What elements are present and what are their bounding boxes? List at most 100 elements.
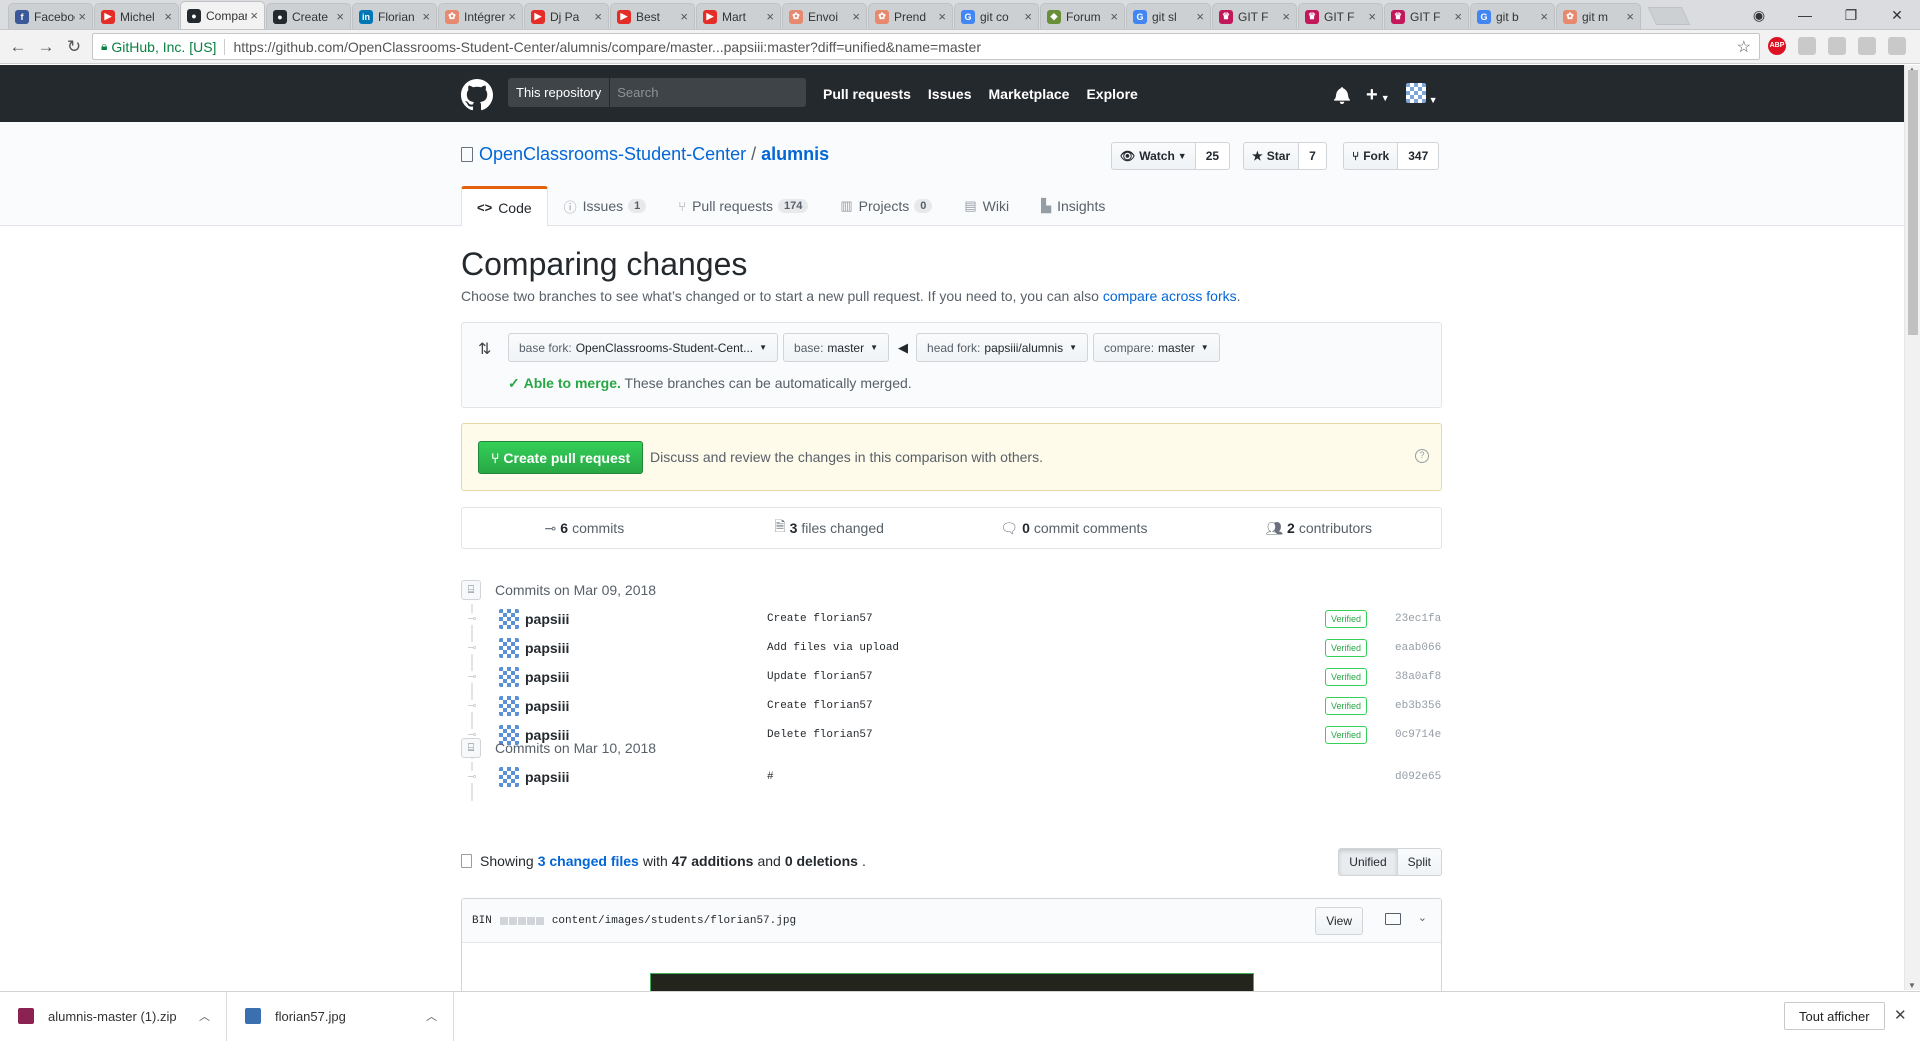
restore-button[interactable]: ❐ <box>1828 7 1874 24</box>
bookmark-star-icon[interactable]: ☆ <box>1737 37 1751 57</box>
close-tab-icon[interactable]: × <box>422 9 430 24</box>
close-tab-icon[interactable]: × <box>852 9 860 24</box>
commit-author[interactable]: papsiii <box>525 611 569 627</box>
browser-tab[interactable]: ▶ Michel × <box>94 3 179 29</box>
chevron-up-icon[interactable]: ︿ <box>199 1008 210 1024</box>
page-scrollbar[interactable]: ▲ ▼ <box>1904 65 1920 990</box>
commit-message[interactable]: # <box>767 771 774 783</box>
tab-issues[interactable]: ⓘ Issues 1 <box>548 186 663 226</box>
repo-name-link[interactable]: alumnis <box>761 144 829 165</box>
browser-tab[interactable]: ♛ GIT F × <box>1384 3 1469 29</box>
fork-button[interactable]: ⑂ Fork <box>1343 142 1399 170</box>
compare-swap-icon[interactable]: ⇅ <box>478 339 494 358</box>
unified-button[interactable]: Unified <box>1338 848 1398 876</box>
avatar[interactable] <box>499 695 519 716</box>
head-fork-select[interactable]: head fork: papsiii/alumnis ▼ <box>916 333 1089 362</box>
user-menu[interactable]: ▼ <box>1405 83 1438 106</box>
close-tab-icon[interactable]: × <box>938 9 946 24</box>
nav-pull-requests[interactable]: Pull requests <box>823 86 911 102</box>
extension-icon[interactable] <box>1798 37 1816 55</box>
contributors-tab[interactable]: 👥︎ 2 contributors <box>1196 508 1441 548</box>
tab-wiki[interactable]: ▤ Wiki <box>948 186 1025 226</box>
nav-issues[interactable]: Issues <box>928 86 972 102</box>
close-tab-icon[interactable]: × <box>680 9 688 24</box>
split-button[interactable]: Split <box>1397 848 1442 876</box>
browser-tab[interactable]: ▶ Best × <box>610 3 695 29</box>
address-bar[interactable]: 🔒︎ GitHub, Inc. [US] https://github.com/… <box>92 33 1760 60</box>
adblock-icon[interactable]: ABP <box>1768 37 1786 55</box>
browser-tab[interactable]: in Florian × <box>352 3 437 29</box>
close-tab-icon[interactable]: × <box>1626 9 1634 24</box>
browser-tab[interactable]: ▶ Dj Pa × <box>524 3 609 29</box>
close-tab-icon[interactable]: × <box>1540 9 1548 24</box>
star-button[interactable]: ★ Star <box>1243 142 1300 170</box>
download-item[interactable]: florian57.jpg ︿ <box>227 991 454 1041</box>
create-pull-request-button[interactable]: ⑂ Create pull request <box>478 441 644 474</box>
close-tab-icon[interactable]: × <box>1110 9 1118 24</box>
close-tab-icon[interactable]: × <box>1454 9 1462 24</box>
changed-files-link[interactable]: 3 changed files <box>538 853 639 869</box>
avatar[interactable] <box>499 608 519 629</box>
star-count[interactable]: 7 <box>1299 142 1327 170</box>
commit-sha[interactable]: d092e65 <box>1395 771 1441 783</box>
tab-insights[interactable]: ▙ Insights <box>1025 186 1121 226</box>
minimize-button[interactable]: — <box>1782 7 1828 23</box>
compare-branch-select[interactable]: compare: master ▼ <box>1093 333 1220 362</box>
scroll-down-icon[interactable]: ▼ <box>1908 981 1916 990</box>
tab-code[interactable]: <> Code <box>461 186 548 227</box>
github-logo-icon[interactable] <box>461 79 493 111</box>
close-tab-icon[interactable]: × <box>1368 9 1376 24</box>
close-tab-icon[interactable]: × <box>1024 9 1032 24</box>
verified-badge[interactable]: Verified <box>1325 696 1368 715</box>
browser-tab[interactable]: ● Comparing changes× <box>180 1 265 29</box>
commit-sha[interactable]: 38a0af8 <box>1395 671 1441 683</box>
avatar[interactable] <box>499 666 519 687</box>
browser-tab[interactable]: ✿ Envoi × <box>782 3 867 29</box>
bell-icon[interactable] <box>1334 86 1350 104</box>
show-all-downloads-button[interactable]: Tout afficher <box>1784 1002 1885 1030</box>
browser-tab[interactable]: Ggit b × <box>1470 3 1555 29</box>
extension-icon[interactable] <box>1888 37 1906 55</box>
commits-tab[interactable]: ⊸ 6 commits <box>462 508 707 548</box>
base-fork-select[interactable]: base fork: OpenClassrooms-Student-Cent...… <box>508 333 779 362</box>
reload-icon[interactable]: ↻ <box>60 37 88 57</box>
comments-tab[interactable]: 🗨︎ 0 commit comments <box>952 508 1197 548</box>
commit-sha[interactable]: eaab066 <box>1395 642 1441 654</box>
browser-tab[interactable]: Ggit co × <box>954 3 1039 29</box>
browser-tab[interactable]: ✿ Intégrer × <box>438 3 523 29</box>
profile-icon[interactable]: ◉ <box>1736 7 1782 24</box>
browser-tab[interactable]: ● Create × <box>266 3 351 29</box>
close-shelf-icon[interactable]: ✕ <box>1894 1006 1907 1024</box>
watch-button[interactable]: 👁︎ Watch ▼ <box>1111 142 1196 170</box>
commit-author[interactable]: papsiii <box>525 669 569 685</box>
browser-tab[interactable]: f Facebook× <box>8 3 93 29</box>
close-tab-icon[interactable]: × <box>336 9 344 24</box>
close-tab-icon[interactable]: × <box>250 8 258 23</box>
compare-across-forks-link[interactable]: compare across forks <box>1103 288 1237 304</box>
commit-sha[interactable]: 23ec1fa <box>1395 613 1441 625</box>
back-icon[interactable]: ← <box>4 37 32 57</box>
close-tab-icon[interactable]: × <box>1196 9 1204 24</box>
verified-badge[interactable]: Verified <box>1325 667 1368 686</box>
commit-message[interactable]: Add files via upload <box>767 642 899 654</box>
browser-tab[interactable]: ♛ GIT F × <box>1212 3 1297 29</box>
commit-author[interactable]: papsiii <box>525 640 569 656</box>
browser-tab[interactable]: ◆ Forum × <box>1040 3 1125 29</box>
nav-marketplace[interactable]: Marketplace <box>989 86 1070 102</box>
close-tab-icon[interactable]: × <box>766 9 774 24</box>
commit-message[interactable]: Update florian57 <box>767 671 873 683</box>
chevron-down-icon[interactable]: ⌄ <box>1418 911 1427 924</box>
forward-icon[interactable]: → <box>32 37 60 57</box>
browser-tab[interactable]: ✿ git m × <box>1556 3 1641 29</box>
display-icon[interactable] <box>1385 913 1401 925</box>
browser-tab[interactable]: ▶ Mart × <box>696 3 781 29</box>
repo-owner-link[interactable]: OpenClassrooms-Student-Center <box>479 144 746 165</box>
avatar[interactable] <box>499 637 519 658</box>
close-tab-icon[interactable]: × <box>1282 9 1290 24</box>
create-new-icon[interactable]: + ▼ <box>1366 85 1390 105</box>
scroll-thumb[interactable] <box>1908 70 1918 335</box>
nav-explore[interactable]: Explore <box>1086 86 1137 102</box>
commit-author[interactable]: papsiii <box>525 769 569 785</box>
search-input[interactable]: This repository Search <box>508 78 806 107</box>
chevron-up-icon[interactable]: ︿ <box>426 1008 437 1024</box>
